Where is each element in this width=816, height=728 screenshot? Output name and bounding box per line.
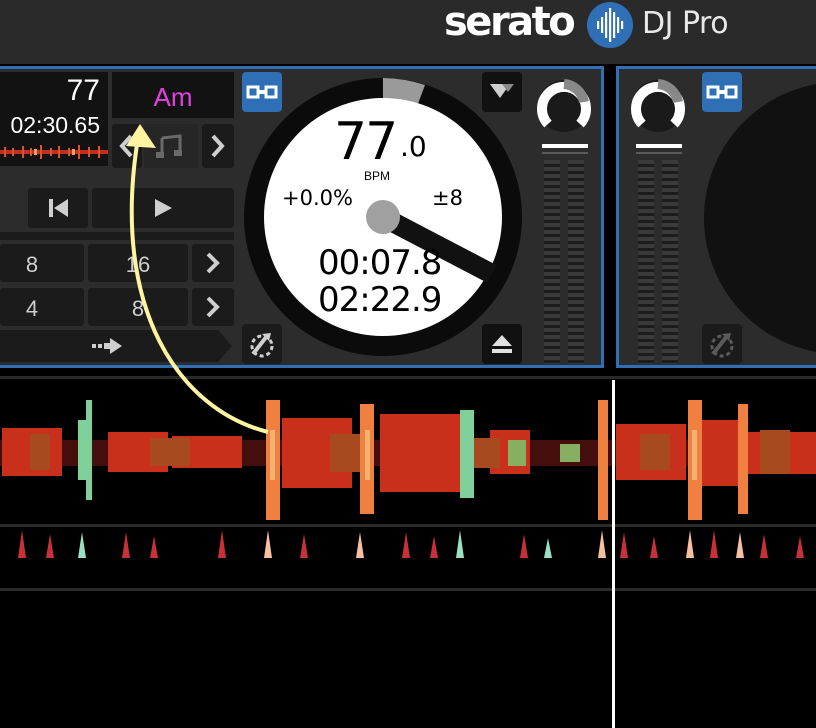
level-meter-deck2-right xyxy=(662,160,678,364)
loop-label: 16 xyxy=(125,252,151,277)
dj-pro-label: DJ Pro xyxy=(642,6,729,41)
key-lock-button[interactable] xyxy=(144,124,198,168)
track-info-display: 77 02:30.65 xyxy=(0,72,108,166)
track-mini-waveform xyxy=(0,142,108,162)
loop-label: 8 xyxy=(25,252,39,277)
remaining-time: 02:22.9 xyxy=(318,280,442,320)
loop-next-button[interactable] xyxy=(192,244,234,282)
cue-previous-button[interactable] xyxy=(28,188,88,228)
triangle-down-icon xyxy=(490,84,514,98)
serato-waveform-icon xyxy=(587,2,633,48)
bpm-label: BPM xyxy=(364,169,391,183)
level-meter-right xyxy=(568,160,584,364)
autoloop-button-8[interactable]: 8 xyxy=(88,288,188,326)
playhead-marker xyxy=(612,380,615,728)
censor-button[interactable] xyxy=(0,330,236,362)
pitch-percent: +0.0% xyxy=(282,186,353,210)
elapsed-time: 00:07.8 xyxy=(318,243,442,283)
loop-label: 4 xyxy=(25,296,39,321)
play-button[interactable] xyxy=(92,188,234,228)
chevron-right-icon xyxy=(206,252,220,274)
serato-logo-text: serato xyxy=(444,0,576,45)
key-value: Am xyxy=(153,82,193,112)
overview-divider xyxy=(0,588,816,591)
key-shift-down-button[interactable] xyxy=(112,124,142,168)
gain-indicator-shadow-deck2 xyxy=(636,152,682,154)
pitch-range-dropdown[interactable] xyxy=(482,72,522,112)
level-meter-deck2-left xyxy=(638,160,654,364)
platter-bpm: 77 xyxy=(334,112,398,172)
loop-button-16[interactable]: 16 xyxy=(88,244,188,282)
chevron-right-icon xyxy=(206,296,220,318)
main-waveform[interactable] xyxy=(0,380,816,526)
chevron-right-icon xyxy=(211,134,225,158)
music-note-icon xyxy=(156,134,182,158)
key-shift-up-button[interactable] xyxy=(202,124,234,168)
level-meter-left xyxy=(544,160,560,364)
track-time: 02:30.65 xyxy=(10,112,100,138)
skip-previous-icon xyxy=(49,199,68,217)
virtual-platter-deck2[interactable] xyxy=(702,82,816,354)
gain-indicator xyxy=(542,144,588,148)
loop-label: 8 xyxy=(131,296,145,321)
waveform-top-border xyxy=(0,376,816,379)
eject-button[interactable] xyxy=(482,324,522,364)
platter-bpm-decimal: .0 xyxy=(400,130,427,163)
gain-knob-deck2[interactable] xyxy=(628,76,688,136)
gain-knob[interactable] xyxy=(534,76,594,136)
waveform-divider xyxy=(0,524,816,527)
key-display[interactable]: Am xyxy=(112,72,234,118)
pitch-range: ±8 xyxy=(432,186,463,210)
transport-divider xyxy=(0,232,234,240)
loop-button-8[interactable]: 8 xyxy=(0,244,84,282)
play-icon xyxy=(155,199,172,217)
library-area xyxy=(0,592,816,728)
autoloop-next-button[interactable] xyxy=(192,288,234,326)
autoloop-button-4[interactable]: 4 xyxy=(0,288,84,326)
eject-icon xyxy=(492,335,512,353)
track-overview-waveform[interactable] xyxy=(0,528,816,588)
gain-indicator-deck2 xyxy=(636,144,682,148)
gain-indicator-shadow xyxy=(542,152,588,154)
chevron-left-icon xyxy=(119,134,133,158)
track-bpm: 77 xyxy=(66,74,100,107)
